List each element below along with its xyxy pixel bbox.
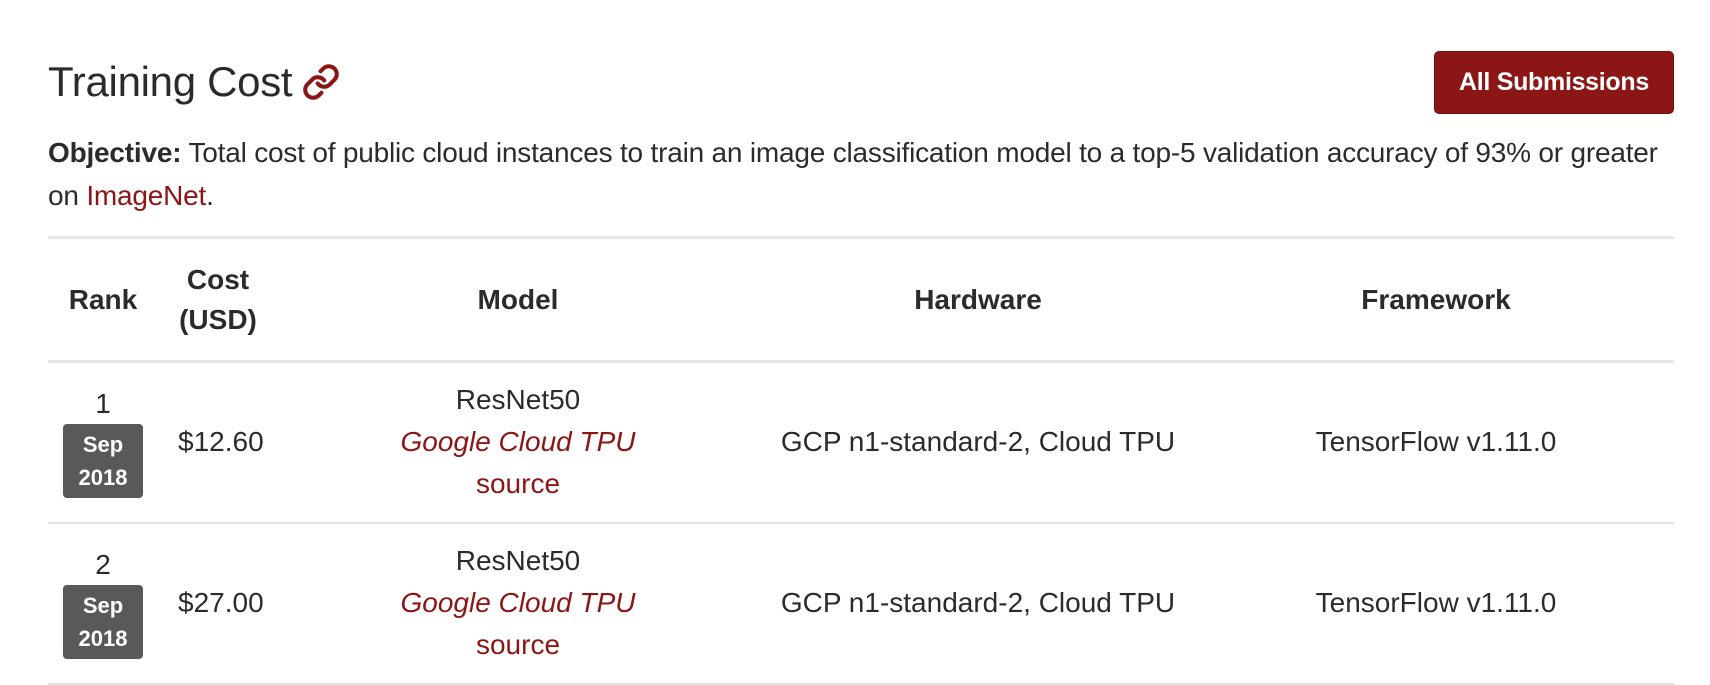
leaderboard-table: Rank Cost (USD) Model Hardware Framework…: [48, 236, 1674, 685]
cost-cell: $12.60: [158, 361, 278, 524]
objective-label: Objective:: [48, 137, 182, 168]
training-cost-section: Training Cost All Submissions Objective:…: [0, 0, 1710, 685]
framework-cell: TensorFlow v1.11.0: [1198, 361, 1674, 524]
header-cost[interactable]: Cost (USD): [158, 236, 278, 363]
rank-number: 2: [95, 549, 111, 580]
model-cell: ResNet50 Google Cloud TPU source: [278, 361, 758, 524]
model-cell: ResNet50 Google Cloud TPU source: [278, 522, 758, 685]
header-rank[interactable]: Rank: [48, 236, 158, 363]
source-link[interactable]: source: [284, 624, 752, 666]
all-submissions-button[interactable]: All Submissions: [1434, 51, 1674, 114]
framework-cell: TensorFlow v1.11.0: [1198, 522, 1674, 685]
objective-period: .: [206, 180, 214, 211]
section-header: Training Cost: [48, 58, 340, 106]
model-org-link[interactable]: Google Cloud TPU: [284, 582, 752, 624]
model-org-link[interactable]: Google Cloud TPU: [284, 421, 752, 463]
header-cost-line2: (USD): [179, 303, 257, 335]
source-link[interactable]: source: [284, 463, 752, 505]
date-badge: Sep 2018: [63, 585, 143, 659]
model-name: ResNet50: [455, 384, 581, 416]
hardware-cell: GCP n1-standard-2, Cloud TPU: [758, 522, 1198, 685]
header-hardware[interactable]: Hardware: [758, 236, 1198, 363]
table-row: 2 Sep 2018 $27.00 ResNet50 Google Cloud …: [48, 522, 1674, 685]
header-model[interactable]: Model: [278, 236, 758, 363]
objective-description: Total cost of public cloud instances to …: [48, 137, 1658, 211]
objective-text: Objective: Total cost of public cloud in…: [48, 131, 1688, 217]
rank-number: 1: [95, 388, 111, 420]
hardware-cell: GCP n1-standard-2, Cloud TPU: [758, 361, 1198, 524]
date-month: Sep: [82, 432, 124, 458]
table-header-row: Rank Cost (USD) Model Hardware Framework: [48, 236, 1674, 363]
rank-cell: 2 Sep 2018: [48, 522, 158, 685]
cost-cell: $27.00: [158, 522, 278, 685]
date-month: Sep: [82, 593, 124, 618]
link-icon[interactable]: [302, 63, 340, 101]
date-year: 2018: [78, 465, 128, 491]
date-year: 2018: [78, 626, 128, 651]
table-row: 1 Sep 2018 $12.60 ResNet50 Google Cloud …: [48, 361, 1674, 524]
imagenet-link[interactable]: ImageNet: [86, 180, 206, 211]
header-cost-line1: Cost: [186, 263, 250, 295]
model-name: ResNet50: [455, 545, 581, 576]
section-title: Training Cost: [48, 58, 293, 105]
date-badge: Sep 2018: [63, 424, 143, 499]
rank-cell: 1 Sep 2018: [48, 361, 158, 524]
header-framework[interactable]: Framework: [1198, 236, 1674, 363]
